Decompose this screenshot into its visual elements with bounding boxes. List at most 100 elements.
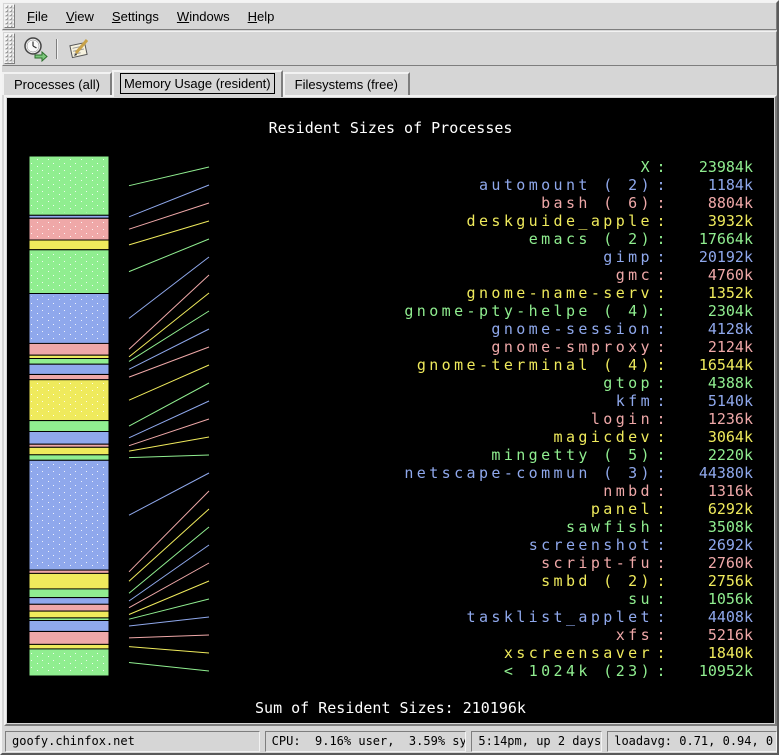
process-row: netscape-commun ( 3):44380k	[287, 464, 753, 482]
process-name: gnome-pty-helpe ( 4)	[287, 302, 653, 320]
process-row: gnome-session:4128k	[287, 320, 753, 338]
colon-separator: :	[653, 320, 669, 338]
process-resident-size: 16544k	[669, 356, 753, 374]
process-row: < 1024k (23):10952k	[287, 662, 753, 680]
process-resident-size: 20192k	[669, 248, 753, 266]
bar-segment	[29, 432, 109, 445]
colon-separator: :	[653, 392, 669, 410]
process-resident-size: 2760k	[669, 554, 753, 572]
notebook-page: Resident Sizes of Processes X:23984kauto…	[4, 95, 777, 726]
bar-segment	[29, 598, 109, 605]
bar-segment	[29, 621, 109, 632]
process-row: su:1056k	[287, 590, 753, 608]
colon-separator: :	[653, 644, 669, 662]
tab-memory-usage[interactable]: Memory Usage (resident)	[112, 70, 283, 97]
process-row: magicdev:3064k	[287, 428, 753, 446]
colon-separator: :	[653, 518, 669, 536]
legend-line	[129, 635, 209, 638]
status-hostname: goofy.chinfox.net	[5, 731, 260, 752]
hostname-text: goofy.chinfox.net	[12, 734, 135, 748]
menu-file[interactable]: File	[18, 5, 57, 28]
menu-help[interactable]: Help	[239, 5, 284, 28]
edit-note-button[interactable]	[64, 35, 94, 63]
process-name: script-fu	[287, 554, 653, 572]
bar-segment	[29, 364, 109, 374]
tab-filesystems[interactable]: Filesystems (free)	[283, 72, 410, 95]
process-name: kfm	[287, 392, 653, 410]
process-resident-size: 3064k	[669, 428, 753, 446]
menubar-drag-handle[interactable]	[4, 4, 15, 28]
bar-segment	[29, 632, 109, 645]
process-name: tasklist_applet	[287, 608, 653, 626]
menu-windows[interactable]: Windows	[168, 5, 239, 28]
colon-separator: :	[653, 212, 669, 230]
loadavg-text: loadavg: 0.71, 0.94, 0.98	[614, 734, 777, 748]
process-name: bash ( 6)	[287, 194, 653, 212]
process-name: gnome-name-serv	[287, 284, 653, 302]
process-resident-size: 6292k	[669, 500, 753, 518]
process-row: gnome-smproxy:2124k	[287, 338, 753, 356]
process-row: xscreensaver:1840k	[287, 644, 753, 662]
bar-segment	[29, 604, 109, 611]
process-row: gimp:20192k	[287, 248, 753, 266]
process-name: deskguide_apple	[287, 212, 653, 230]
tab-processes[interactable]: Processes (all)	[2, 72, 112, 95]
process-row: gnome-terminal ( 4):16544k	[287, 356, 753, 374]
process-row: gnome-pty-helpe ( 4):2304k	[287, 302, 753, 320]
process-resident-size: 2692k	[669, 536, 753, 554]
colon-separator: :	[653, 536, 669, 554]
process-name: sawfish	[287, 518, 653, 536]
memory-usage-chart: Resident Sizes of Processes X:23984kauto…	[7, 98, 774, 723]
menu-settings[interactable]: Settings	[103, 5, 168, 28]
bar-segment-stipple	[31, 221, 107, 237]
legend-line	[129, 365, 209, 400]
colon-separator: :	[653, 284, 669, 302]
legend-line	[129, 455, 209, 458]
status-cpu: CPU: 9.16% user, 3.59% system	[265, 731, 467, 752]
bar-segment-stipple	[31, 159, 107, 212]
bar-segment-stipple	[31, 383, 107, 418]
process-name: gtop	[287, 374, 653, 392]
legend-line	[129, 617, 209, 626]
bar-segment	[29, 343, 109, 355]
process-name: gnome-session	[287, 320, 653, 338]
process-name: gmc	[287, 266, 653, 284]
process-row: sawfish:3508k	[287, 518, 753, 536]
legend-line	[129, 311, 209, 361]
stacked-bar	[29, 156, 109, 676]
colon-separator: :	[653, 410, 669, 428]
process-name: emacs ( 2)	[287, 230, 653, 248]
colon-separator: :	[653, 500, 669, 518]
menu-view[interactable]: View	[57, 5, 103, 28]
colon-separator: :	[653, 662, 669, 680]
status-bar: goofy.chinfox.net CPU: 9.16% user, 3.59%…	[2, 729, 777, 753]
legend-line	[129, 647, 209, 653]
process-list: X:23984kautomount ( 2):1184kbash ( 6):88…	[287, 158, 753, 680]
process-resident-size: 4760k	[669, 266, 753, 284]
bar-segment	[29, 573, 109, 589]
process-resident-size: 1056k	[669, 590, 753, 608]
process-resident-size: 5216k	[669, 626, 753, 644]
process-row: script-fu:2760k	[287, 554, 753, 572]
bar-segment-stipple	[31, 253, 107, 291]
legend-line	[129, 167, 209, 186]
timer-clock-button[interactable]	[20, 35, 50, 63]
process-row: screenshot:2692k	[287, 536, 753, 554]
chart-sum: Sum of Resident Sizes: 210196k	[7, 699, 774, 717]
colon-separator: :	[653, 482, 669, 500]
colon-separator: :	[653, 338, 669, 356]
toolbar-drag-handle[interactable]	[4, 33, 15, 64]
process-resident-size: 3508k	[669, 518, 753, 536]
gtop-window: File View Settings Windows Help	[0, 0, 779, 755]
process-name: login	[287, 410, 653, 428]
colon-separator: :	[653, 608, 669, 626]
colon-separator: :	[653, 194, 669, 212]
bar-segment	[29, 240, 109, 250]
process-resident-size: 23984k	[669, 158, 753, 176]
colon-separator: :	[653, 266, 669, 284]
bar-segment-stipple	[31, 652, 107, 673]
bar-segment	[29, 589, 109, 598]
process-name: gnome-terminal ( 4)	[287, 356, 653, 374]
status-loadavg: loadavg: 0.71, 0.94, 0.98	[607, 731, 777, 752]
status-time-uptime: 5:14pm, up 2 days	[471, 731, 602, 752]
